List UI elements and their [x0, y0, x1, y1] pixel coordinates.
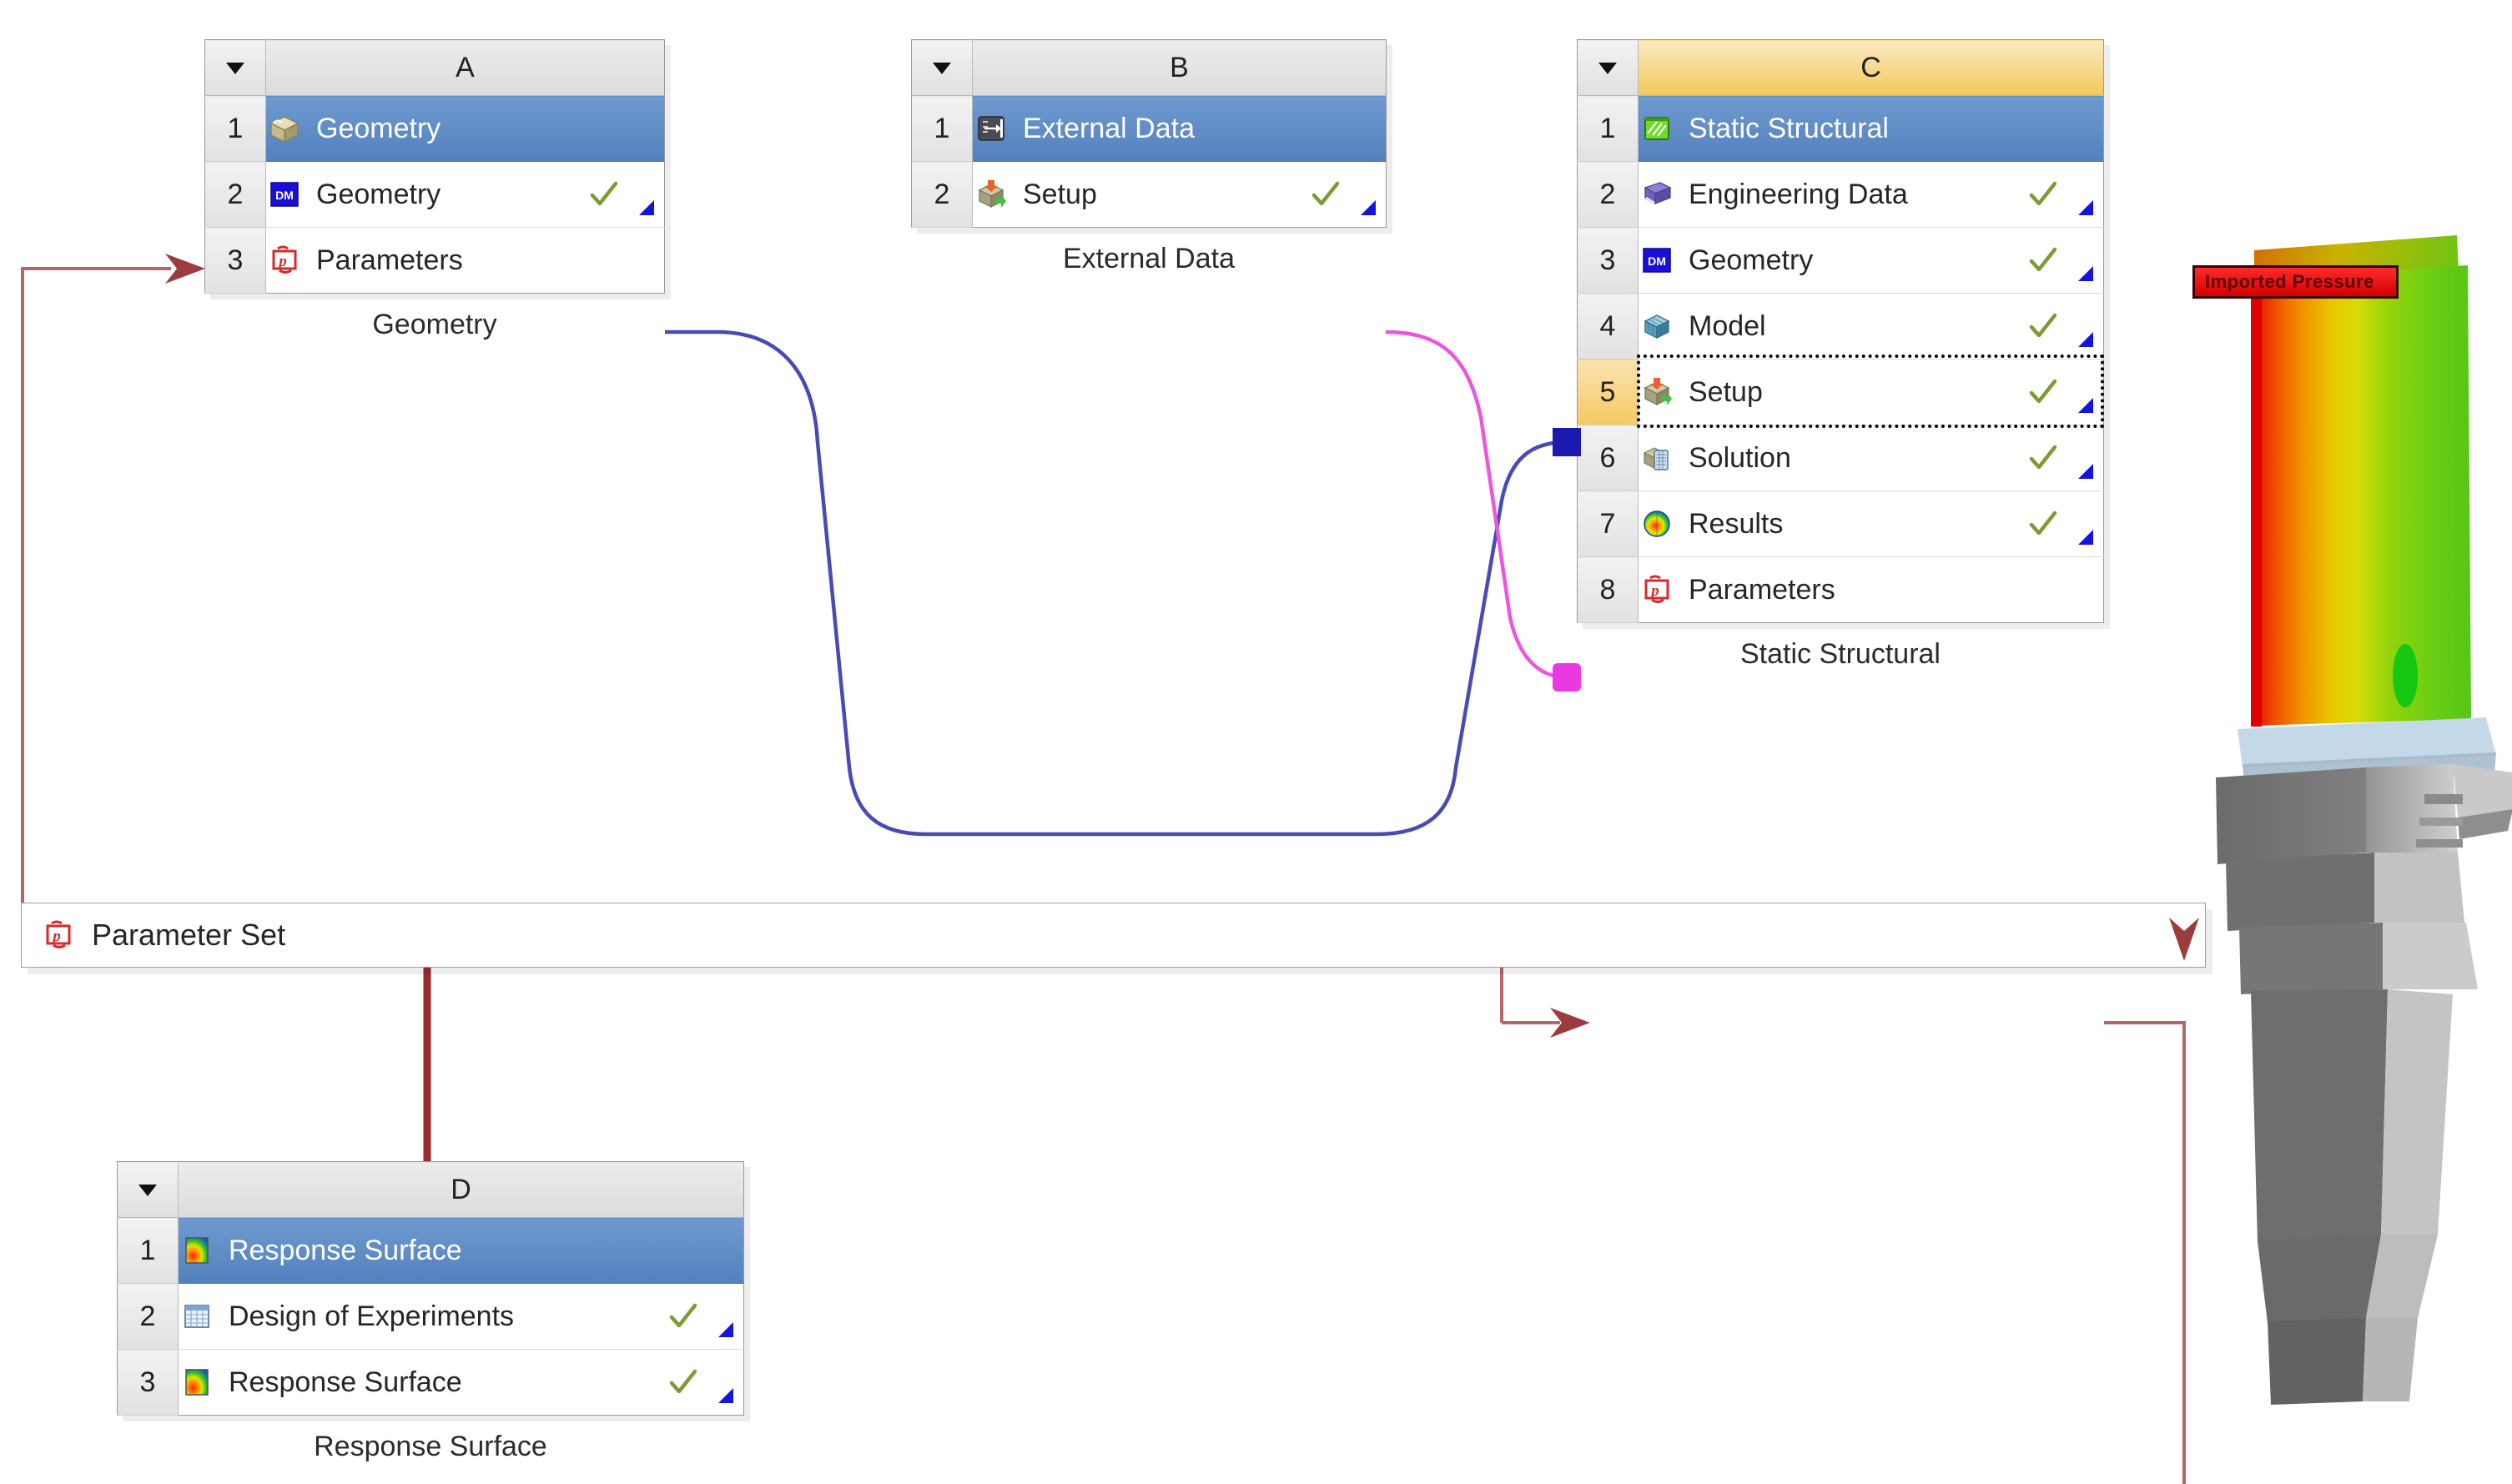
link-endpoint-square-c3	[1553, 428, 1581, 456]
link-arrowhead-a3	[165, 254, 205, 284]
link-endpoint-square-c5	[1553, 663, 1581, 692]
link-arrowhead-c8	[1550, 1008, 1590, 1038]
connection-endpoints-layer	[165, 254, 2199, 1038]
project-schematic-canvas: A 1 Geometry 2 DM Geometry 3 p Parameter…	[0, 0, 2512, 1484]
link-arrowhead-parameter-set	[2169, 918, 2199, 961]
